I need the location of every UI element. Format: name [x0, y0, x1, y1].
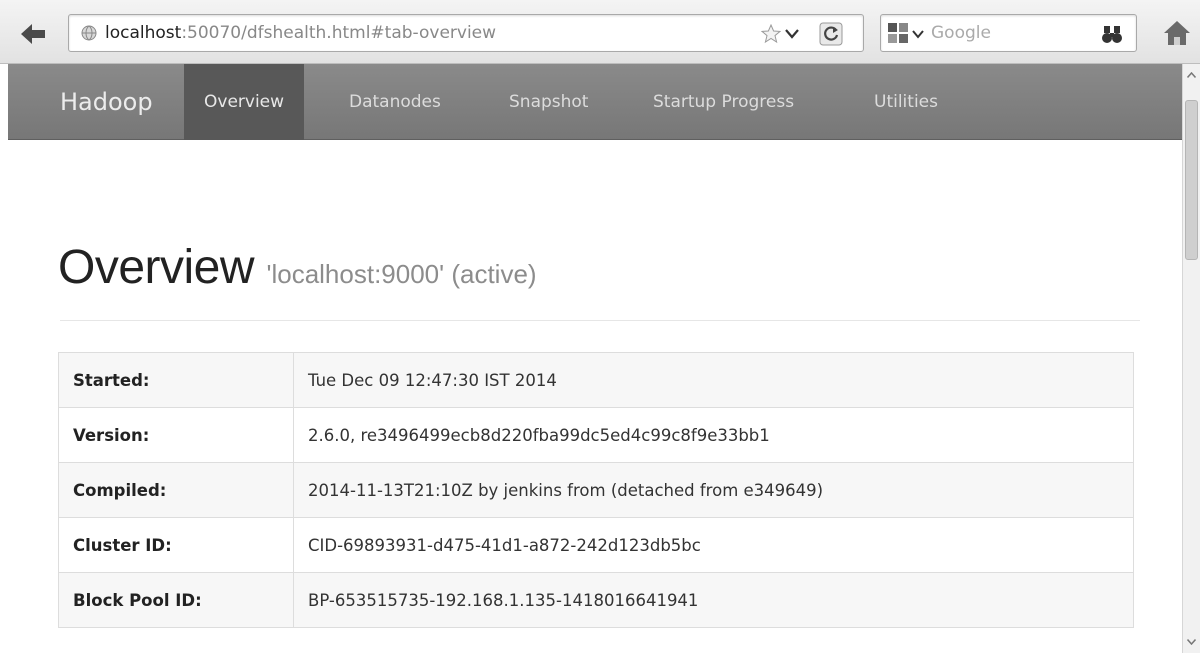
scrollbar-thumb[interactable] [1185, 100, 1198, 260]
binoculars-icon[interactable] [1101, 23, 1123, 45]
browser-toolbar: localhost:50070/dfshealth.html#tab-overv… [0, 0, 1200, 64]
row-label: Block Pool ID: [58, 572, 294, 628]
globe-icon [81, 25, 97, 41]
table-row: Started: Tue Dec 09 12:47:30 IST 2014 [58, 352, 1134, 408]
tab-startup-progress[interactable]: Startup Progress [633, 64, 814, 140]
url-path: :50070/dfshealth.html#tab-overview [181, 23, 497, 43]
scroll-up-button[interactable] [1185, 68, 1198, 82]
arrow-left-icon [21, 24, 45, 44]
chevron-down-icon [1187, 639, 1196, 645]
url-bar[interactable]: localhost:50070/dfshealth.html#tab-overv… [68, 14, 864, 52]
star-icon[interactable] [761, 24, 781, 44]
row-label: Version: [58, 407, 294, 463]
reload-icon[interactable] [819, 22, 843, 46]
tab-datanodes[interactable]: Datanodes [329, 64, 461, 140]
vertical-scrollbar[interactable] [1182, 64, 1200, 653]
table-row: Compiled: 2014-11-13T21:10Z by jenkins f… [58, 462, 1134, 518]
search-bar[interactable]: Google [880, 14, 1137, 52]
row-value: Tue Dec 09 12:47:30 IST 2014 [293, 352, 1134, 408]
row-value: 2.6.0, re3496499ecb8d220fba99dc5ed4c99c8… [293, 407, 1134, 463]
chevron-up-icon [1187, 72, 1196, 78]
row-label: Cluster ID: [58, 517, 294, 573]
table-row: Cluster ID: CID-69893931-d475-41d1-a872-… [58, 517, 1134, 573]
page-header: Overview 'localhost:9000' (active) [58, 240, 537, 295]
tab-utilities[interactable]: Utilities [854, 64, 958, 140]
row-value: CID-69893931-d475-41d1-a872-242d123db5bc [293, 517, 1134, 573]
page-subtitle: 'localhost:9000' (active) [266, 259, 537, 289]
search-input[interactable]: Google [931, 23, 991, 43]
brand-link[interactable]: Hadoop [60, 88, 153, 116]
google-icon[interactable] [887, 22, 909, 44]
page-viewport: Hadoop Overview Datanodes Snapshot Start… [8, 64, 1182, 653]
navbar: Hadoop Overview Datanodes Snapshot Start… [8, 64, 1182, 140]
back-button[interactable] [18, 20, 48, 48]
scroll-down-button[interactable] [1185, 635, 1198, 649]
page-title: Overview [58, 241, 255, 294]
row-value: BP-653515735-192.168.1.135-1418016641941 [293, 572, 1134, 628]
url-host: localhost [105, 23, 182, 43]
chevron-down-icon[interactable] [785, 28, 799, 40]
tab-overview[interactable]: Overview [184, 64, 305, 140]
table-row: Block Pool ID: BP-653515735-192.168.1.13… [58, 572, 1134, 628]
row-label: Compiled: [58, 462, 294, 518]
table-row: Version: 2.6.0, re3496499ecb8d220fba99dc… [58, 407, 1134, 463]
home-icon[interactable] [1162, 18, 1192, 48]
row-value: 2014-11-13T21:10Z by jenkins from (detac… [293, 462, 1134, 518]
overview-table: Started: Tue Dec 09 12:47:30 IST 2014 Ve… [58, 352, 1134, 628]
row-label: Started: [58, 352, 294, 408]
url-text[interactable]: localhost:50070/dfshealth.html#tab-overv… [105, 23, 496, 43]
tab-snapshot[interactable]: Snapshot [489, 64, 608, 140]
divider [60, 320, 1140, 321]
chevron-down-icon[interactable] [912, 29, 924, 39]
